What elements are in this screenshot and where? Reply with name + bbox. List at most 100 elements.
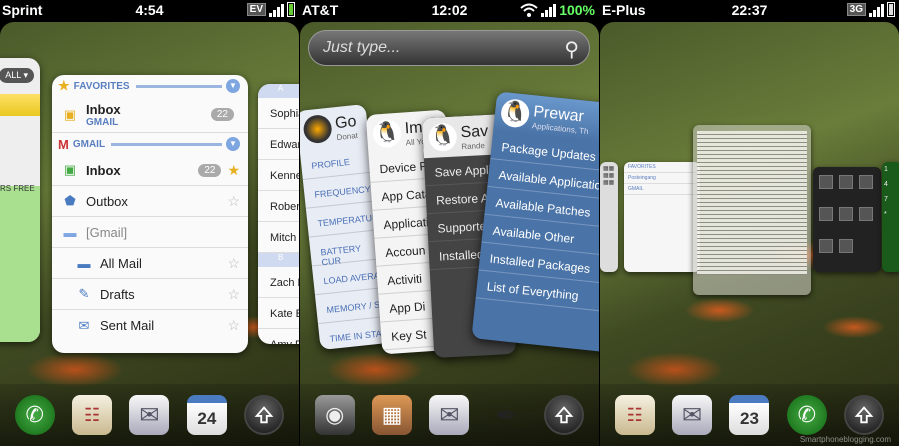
sent-icon: ✉ — [78, 317, 90, 333]
dialer-digit: 4 — [884, 181, 888, 188]
launcher-arrow-icon[interactable] — [244, 395, 285, 435]
favorites-header[interactable]: ★ FAVORITES ▼ — [52, 75, 248, 97]
drafts-row[interactable]: ✎ Drafts ☆ — [52, 279, 248, 310]
card-email[interactable]: ★ FAVORITES ▼ ▣ Inbox GMAIL 22 M GMAIL ▼ … — [52, 75, 248, 353]
signal-icon — [541, 3, 557, 17]
letter-divider-a: A — [258, 84, 299, 98]
green-area — [0, 186, 40, 342]
dialer-digit: 1 — [884, 166, 888, 173]
green-text: RS FREE — [0, 184, 35, 193]
email-icon[interactable]: ✉ — [429, 395, 470, 435]
contact-row[interactable]: Amy F — [258, 329, 299, 344]
calendar-icon[interactable]: 23 — [729, 395, 770, 435]
star-icon[interactable]: ☆ — [227, 255, 240, 272]
card-subtitle: Donat — [336, 130, 359, 143]
letter-divider-b: B — [258, 253, 299, 267]
list-item[interactable]: FAVORITES — [624, 162, 700, 173]
drafts-label: Drafts — [100, 286, 135, 302]
dock: ✆ ☷ ✉ 24 — [0, 384, 299, 446]
mini-card-document[interactable] — [693, 125, 811, 295]
all-filter-button[interactable]: ALL ▾ — [0, 68, 34, 83]
dock: ◉ ▦ ✉ ✒ — [300, 384, 599, 446]
outbox-icon: ⬟ — [64, 193, 76, 208]
sent-mail-row[interactable]: ✉ Sent Mail ☆ — [52, 310, 248, 341]
penguin-icon: 🐧 — [428, 122, 458, 152]
watermark: Smartphoneblogging.com — [799, 435, 891, 444]
phone-icon[interactable]: ✆ — [14, 395, 55, 435]
gmail-icon: M — [58, 136, 69, 152]
thumbnail — [859, 207, 873, 221]
outbox-row[interactable]: ⬟ Outbox ☆ — [52, 186, 248, 217]
email-icon[interactable]: ✉ — [672, 395, 713, 435]
thumbnail — [819, 175, 833, 189]
folder-icon: ▬ — [63, 224, 77, 240]
signal-icon — [269, 3, 284, 17]
photos-icon[interactable]: ▦ — [372, 395, 413, 435]
chevron-down-icon[interactable]: ▼ — [226, 79, 240, 93]
mini-card-dialer[interactable]: 1 4 7 * — [882, 162, 899, 272]
penguin-icon: 🐧 — [499, 97, 531, 129]
search-placeholder: Just type... — [323, 39, 401, 56]
wallpaper: Just type... ⚲ Go Donat PROFILE FREQUENCY… — [300, 22, 599, 446]
star-icon[interactable]: ☆ — [227, 286, 240, 303]
contact-row[interactable]: Rober — [258, 191, 299, 222]
phone-icon[interactable]: ✆ — [786, 395, 827, 435]
wallpaper: ALL ▾ RS FREE ★ FAVORITES ▼ ▣ Inbox GMAIL… — [0, 22, 299, 446]
battery-icon — [287, 2, 295, 17]
star-icon[interactable]: ★ — [227, 162, 240, 179]
email-icon[interactable]: ✉ — [129, 395, 170, 435]
folder-icon: ▬ — [77, 255, 91, 271]
status-bar: AT&T 12:02 100% — [300, 0, 599, 22]
gmail-folder-row[interactable]: ▬ [Gmail] — [52, 217, 248, 248]
card-previous-app[interactable]: ALL ▾ RS FREE — [0, 58, 40, 342]
launcher-arrow-icon[interactable] — [844, 395, 885, 435]
contact-row[interactable]: Kate E — [258, 298, 299, 329]
outbox-label: Outbox — [86, 193, 128, 209]
yellow-bar — [0, 94, 40, 116]
all-mail-label: All Mail — [100, 255, 142, 271]
wallpaper: ▦▦ ▦▦ ▦▦ FAVORITES Posteingang GMAIL 1 4 7… — [600, 22, 899, 446]
all-mail-row[interactable]: ▬ All Mail ☆ — [52, 248, 248, 279]
feather-icon[interactable]: ✒ — [487, 395, 527, 435]
phone-sprint: Sprint 4:54 EV ALL ▾ RS FREE ★ FAVORITES… — [0, 0, 299, 446]
contact-row[interactable]: Kenne — [258, 160, 299, 191]
contact-row[interactable]: Sophia — [258, 98, 299, 129]
calendar-day: 23 — [740, 409, 759, 428]
status-bar: E-Plus 22:37 3G — [600, 0, 899, 22]
favorites-icon: ★ — [58, 78, 70, 93]
inbox-favorite-row[interactable]: ▣ Inbox GMAIL 22 — [52, 97, 248, 133]
inbox-icon: ▣ — [63, 106, 77, 122]
list-item[interactable]: GMAIL — [624, 184, 700, 195]
thumbnail — [839, 207, 853, 221]
network-badge: 3G — [846, 3, 866, 16]
search-icon[interactable]: ⚲ — [564, 37, 579, 62]
calendar-icon[interactable]: 24 — [186, 395, 227, 435]
list-item[interactable]: Posteingang — [624, 173, 700, 184]
contacts-icon[interactable]: ☷ — [72, 395, 113, 435]
contact-row[interactable]: Mitch — [258, 222, 299, 253]
inbox-fav-account: GMAIL — [86, 116, 119, 128]
contact-row[interactable]: Edward — [258, 129, 299, 160]
drafts-icon: ✎ — [78, 286, 90, 301]
contact-row[interactable]: Zach E — [258, 267, 299, 298]
star-icon[interactable]: ☆ — [227, 193, 240, 210]
calendar-day: 24 — [197, 409, 217, 428]
launcher-arrow-icon[interactable] — [544, 395, 585, 435]
thumbnail — [839, 239, 853, 253]
dialer-digit: * — [884, 211, 887, 218]
contacts-icon[interactable]: ☷ — [614, 395, 655, 435]
inbox-row[interactable]: ▣ Inbox 22 ★ — [52, 155, 248, 186]
mini-card-gallery[interactable] — [813, 167, 881, 272]
inbox-label: Inbox — [86, 162, 121, 178]
star-icon[interactable]: ☆ — [227, 317, 240, 334]
mini-card-calculator[interactable]: ▦▦ ▦▦ ▦▦ — [600, 162, 618, 272]
chevron-down-icon[interactable]: ▼ — [226, 137, 240, 151]
mini-card-email[interactable]: FAVORITES Posteingang GMAIL — [624, 162, 700, 272]
thumbnail — [819, 239, 833, 253]
just-type-search[interactable]: Just type... ⚲ — [308, 30, 590, 66]
card-title: Go — [334, 113, 358, 133]
gmail-header[interactable]: M GMAIL ▼ — [52, 133, 248, 155]
camera-icon[interactable]: ◉ — [314, 395, 355, 435]
card-contacts[interactable]: A Sophia Edward Kenne Rober Mitch B Zach… — [258, 84, 299, 344]
phone-att: AT&T 12:02 100% Just type... ⚲ Go Donat P… — [300, 0, 599, 446]
